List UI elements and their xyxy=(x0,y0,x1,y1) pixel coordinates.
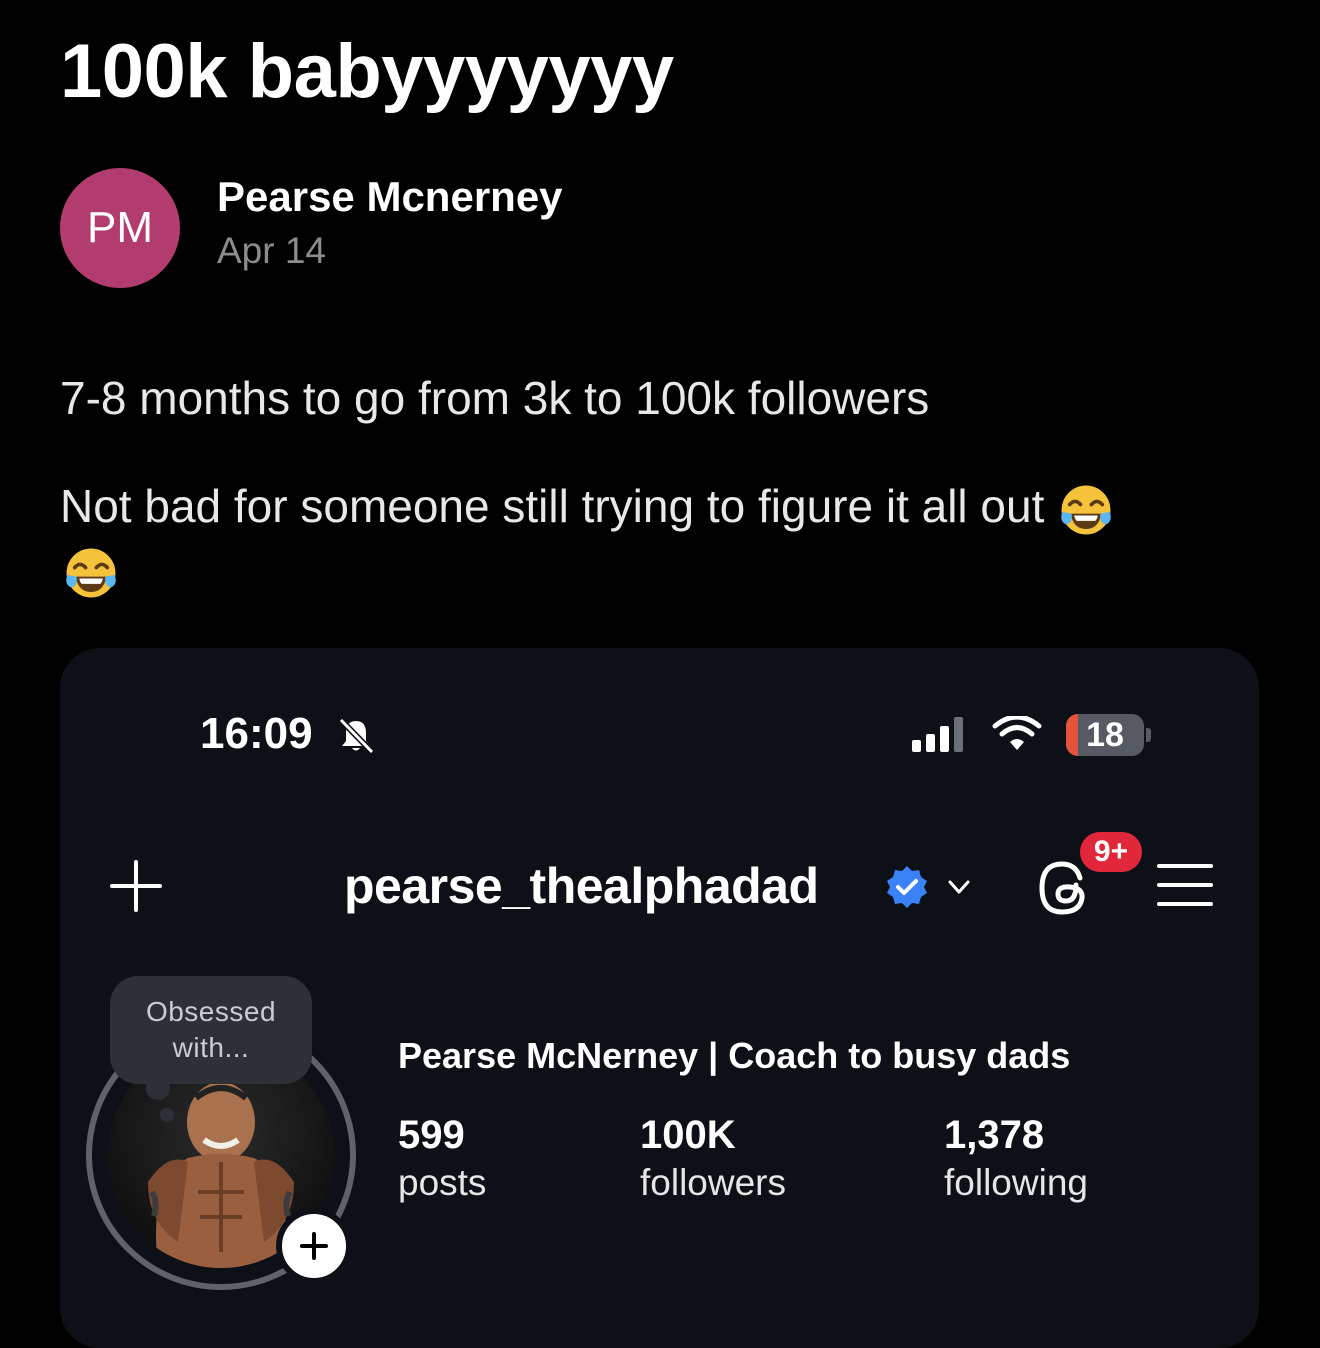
cellular-signal-icon xyxy=(912,717,963,752)
stat-label: following xyxy=(944,1162,1088,1203)
stat-followers[interactable]: 100K followers xyxy=(640,1110,786,1206)
stat-value: 599 xyxy=(398,1113,465,1157)
stat-value: 1,378 xyxy=(944,1113,1045,1157)
status-time: 16:09 xyxy=(200,709,313,758)
battery-nub xyxy=(1146,728,1151,742)
attached-screenshot[interactable]: 16:09 18 pearse_thealphadad 9+ Obsessed … xyxy=(60,648,1259,1348)
chevron-down-icon[interactable] xyxy=(946,876,972,898)
create-plus-icon[interactable] xyxy=(108,858,164,914)
note-bubble-tail-small xyxy=(160,1108,174,1122)
author-name[interactable]: Pearse Mcnerney xyxy=(217,172,563,222)
stat-posts[interactable]: 599 posts xyxy=(398,1110,486,1206)
laughing-emoji-icon xyxy=(1061,485,1111,535)
hamburger-menu-icon[interactable] xyxy=(1156,860,1214,910)
author-avatar[interactable]: PM xyxy=(60,168,180,288)
profile-note-text: Obsessed with... xyxy=(145,996,277,1063)
wifi-icon xyxy=(992,716,1042,750)
post-body-line-1: 7-8 months to go from 3k to 100k followe… xyxy=(60,372,930,424)
add-story-button[interactable] xyxy=(276,1208,352,1284)
post-date: Apr 14 xyxy=(217,230,327,271)
stat-value: 100K xyxy=(640,1113,736,1157)
stat-label: posts xyxy=(398,1162,487,1203)
author-initials: PM xyxy=(87,203,153,252)
laughing-emoji-icon xyxy=(66,548,116,598)
plus-icon xyxy=(300,1232,328,1260)
notification-badge: 9+ xyxy=(1076,828,1146,876)
battery-level: 18 xyxy=(1086,715,1124,754)
profile-note-bubble[interactable]: Obsessed with... xyxy=(110,976,312,1084)
profile-full-name: Pearse McNerney | Coach to busy dads xyxy=(398,1035,1071,1076)
stat-label: followers xyxy=(640,1162,786,1203)
stat-following[interactable]: 1,378 following xyxy=(944,1110,1088,1206)
verified-badge-icon xyxy=(887,866,927,908)
post-body-line-2-text: Not bad for someone still trying to figu… xyxy=(60,480,1045,532)
post-body-line-2: Not bad for someone still trying to figu… xyxy=(60,478,1115,539)
battery-indicator: 18 xyxy=(1066,714,1144,756)
bell-slash-icon xyxy=(338,717,375,755)
profile-username[interactable]: pearse_thealphadad xyxy=(344,854,819,918)
post-title: 100k babyyyyyyy xyxy=(60,29,674,114)
